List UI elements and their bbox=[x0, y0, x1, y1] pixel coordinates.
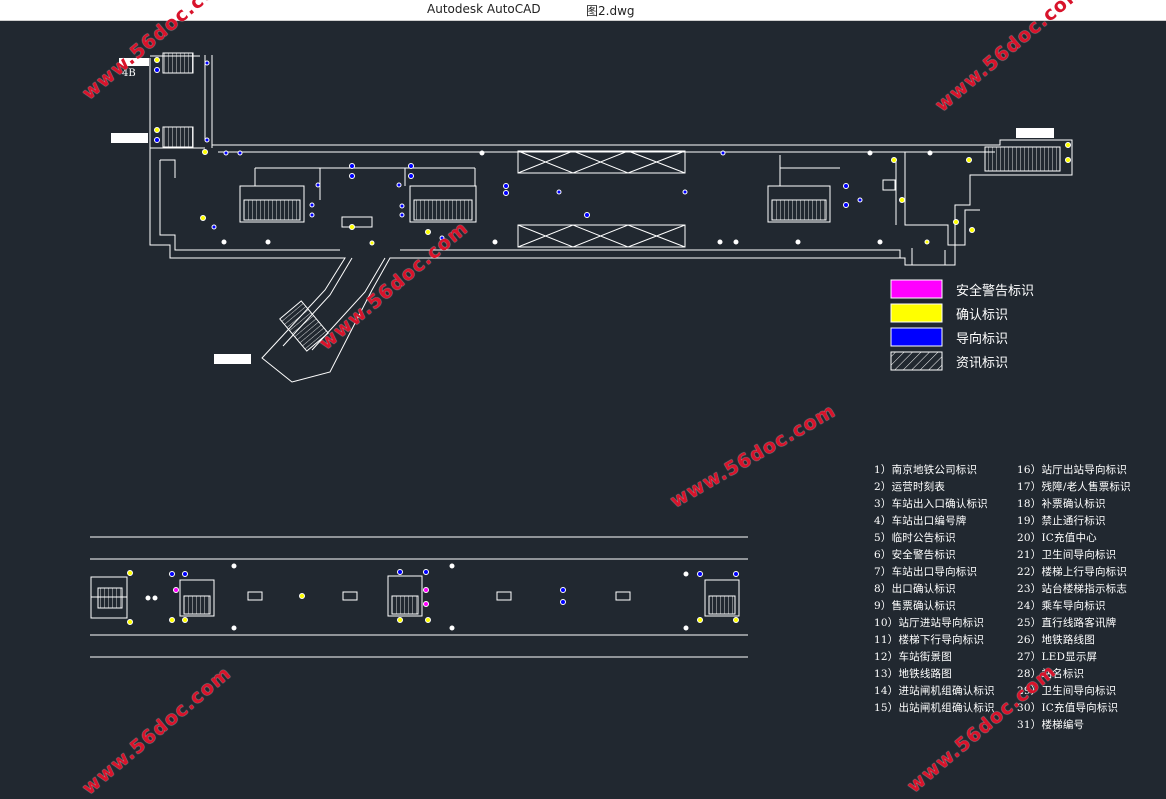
note-item: 27）LED显示屏 bbox=[1017, 651, 1098, 663]
cad-drawing-canvas[interactable] bbox=[0, 21, 1166, 790]
legend-swatch-confirm bbox=[890, 303, 943, 323]
platform-plan bbox=[90, 536, 748, 658]
gate-group-east bbox=[767, 155, 897, 225]
note-item: 7）车站出口导向标识 bbox=[874, 566, 978, 578]
legend-swatch-safety bbox=[890, 279, 943, 299]
note-item: 30）IC充值导向标识 bbox=[1017, 702, 1119, 714]
platform-stair-3 bbox=[704, 579, 740, 617]
note-item: 18）补票确认标识 bbox=[1017, 498, 1106, 510]
note-item: 17）残障/老人售票标识 bbox=[1017, 481, 1131, 493]
note-item: 14）进站闸机组确认标识 bbox=[874, 685, 995, 697]
platform-sign-markers bbox=[127, 563, 739, 631]
platform-stair-1 bbox=[179, 579, 215, 617]
note-item: 11）楼梯下行导向标识 bbox=[874, 634, 985, 646]
note-item: 15）出站闸机组确认标识 bbox=[874, 702, 995, 714]
note-item: 2）运营时刻表 bbox=[874, 481, 946, 493]
note-item: 1）南京地铁公司标识 bbox=[874, 464, 978, 476]
note-item: 16）站厅出站导向标识 bbox=[1017, 464, 1128, 476]
information-sign-bars bbox=[517, 150, 686, 248]
note-item: 24）乘车导向标识 bbox=[1017, 600, 1106, 612]
platform-stair-2 bbox=[387, 575, 423, 617]
stair-exit-4b-lower bbox=[162, 126, 194, 148]
legend-label-confirm: 确认标识 bbox=[956, 308, 1009, 323]
note-item: 23）站台楼梯指示标志 bbox=[1017, 583, 1128, 595]
note-item: 21）卫生间导向标识 bbox=[1017, 549, 1117, 561]
note-item: 26）地铁路线图 bbox=[1017, 634, 1095, 646]
legend-label-safety: 安全警告标识 bbox=[956, 284, 1035, 299]
note-item: 10）站厅进站导向标识 bbox=[874, 617, 985, 629]
stair-east-exit bbox=[984, 146, 1061, 172]
note-item: 4）车站出口编号牌 bbox=[874, 515, 967, 527]
note-item: 13）地铁线路图 bbox=[874, 668, 952, 680]
gate-group-center bbox=[404, 168, 477, 223]
note-item: 19）禁止通行标识 bbox=[1017, 515, 1106, 527]
legend-label-guide: 导向标识 bbox=[956, 332, 1009, 347]
app-title: Autodesk AutoCAD bbox=[427, 2, 541, 16]
note-item: 31）楼梯编号 bbox=[1017, 719, 1085, 731]
note-item: 22）楼梯上行导向标识 bbox=[1017, 566, 1128, 578]
note-item: 9）售票确认标识 bbox=[874, 600, 956, 612]
note-item: 20）IC充值中心 bbox=[1017, 532, 1097, 544]
legend-label-info: 资讯标识 bbox=[956, 356, 1009, 371]
note-item: 12）车站街景图 bbox=[874, 651, 952, 663]
note-item: 25）直行线路客讯牌 bbox=[1017, 617, 1117, 629]
legend-swatch-guide bbox=[890, 327, 943, 347]
file-name: 图2.dwg bbox=[586, 4, 635, 18]
note-item: 5）临时公告标识 bbox=[874, 532, 956, 544]
note-item: 8）出口确认标识 bbox=[874, 583, 956, 595]
legend-swatches bbox=[890, 279, 943, 371]
note-item: 3）车站出入口确认标识 bbox=[874, 498, 988, 510]
note-item: 6）安全警告标识 bbox=[874, 549, 956, 561]
legend-swatch-info bbox=[890, 351, 943, 371]
